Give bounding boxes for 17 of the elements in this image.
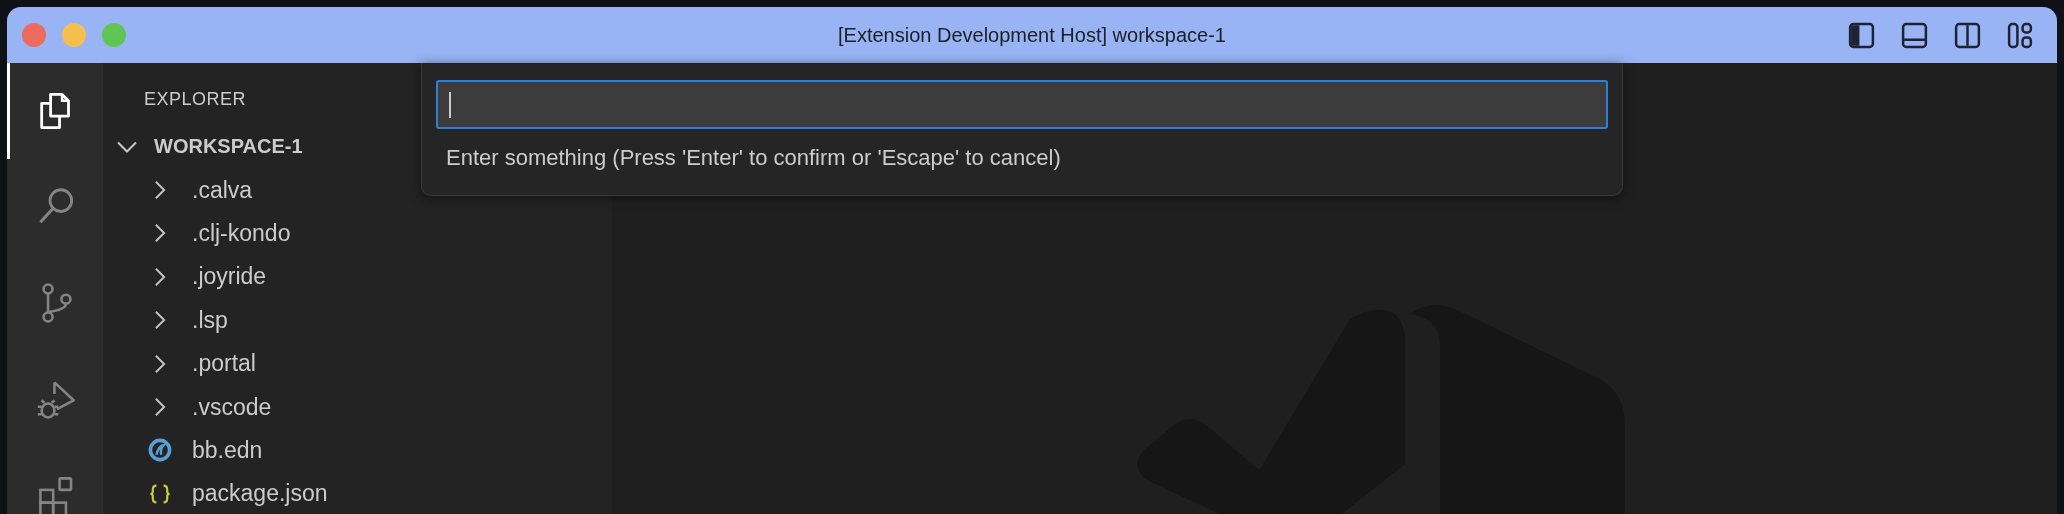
file-item[interactable]: package.json bbox=[103, 472, 612, 514]
input-message: Enter something (Press 'Enter' to confirm or 'Escape' to cancel) bbox=[445, 144, 1062, 171]
clojure-file-icon bbox=[148, 438, 172, 463]
sidebar-toggle-icon[interactable] bbox=[1847, 20, 1876, 50]
panel-toggle-icon[interactable] bbox=[1900, 20, 1929, 50]
folder-item[interactable]: .portal bbox=[103, 341, 612, 386]
folder-item[interactable]: .clj-kondo bbox=[103, 211, 612, 256]
folder-item[interactable]: .lsp bbox=[103, 298, 612, 342]
workspace-name: WORKSPACE-1 bbox=[154, 135, 303, 159]
layout-icon[interactable] bbox=[2006, 20, 2035, 50]
input-field[interactable] bbox=[436, 80, 1608, 129]
sidebar-title: EXPLORER bbox=[143, 88, 248, 111]
window-title: [Extension Development Host] workspace-1 bbox=[838, 23, 1226, 47]
file-item[interactable]: bb.edn bbox=[103, 428, 612, 473]
secondary-sidebar-toggle-icon[interactable] bbox=[1953, 20, 1982, 50]
folder-item[interactable]: .joyride bbox=[103, 255, 612, 299]
folder-item[interactable]: .vscode bbox=[103, 385, 612, 429]
